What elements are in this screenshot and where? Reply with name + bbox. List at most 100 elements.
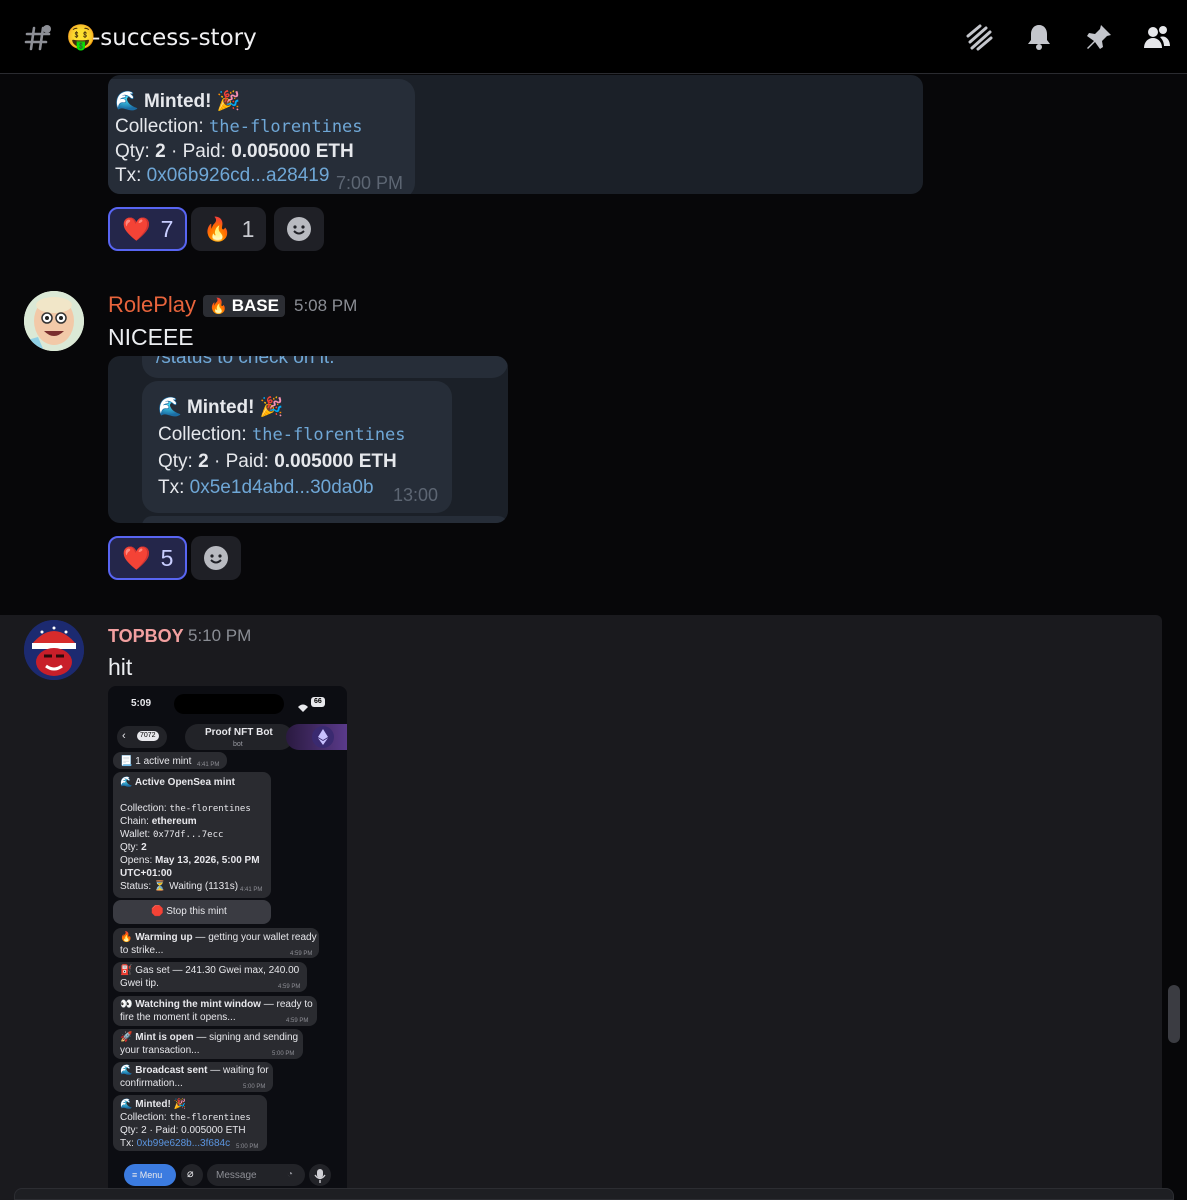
embed-qty: Qty: 2 · Paid: 0.005000 ETH (158, 451, 397, 472)
embed-title: 🌊 Minted! 🎉 (115, 91, 241, 112)
reaction-count: 5 (160, 544, 174, 571)
card-chain: Chain: ethereum (120, 816, 197, 827)
threads-icon[interactable] (964, 22, 994, 52)
embed-title: 🌊 Minted! 🎉 (158, 397, 284, 418)
battery-indicator: 66 (311, 697, 325, 707)
heart-icon: ❤️ (122, 215, 151, 242)
channel-header: 🤑 -success-story (0, 0, 1187, 74)
wifi-icon (298, 699, 308, 712)
card-title: 🌊 Active OpenSea mint (120, 777, 235, 788)
message-text: NICEEE (108, 324, 194, 350)
channel-hash-icon (24, 25, 51, 51)
tg-time: 4:59 PM (278, 984, 301, 990)
final-qty: Qty: 2 · Paid: 0.005000 ETH (120, 1125, 246, 1136)
message-timestamp: 5:08 PM (294, 296, 358, 315)
step-text: 🚀 Mint is open — signing and sending (120, 1032, 299, 1043)
attach-button[interactable]: ⌀ (181, 1164, 203, 1186)
back-button[interactable]: ‹ 7072 (117, 726, 167, 748)
tg-time: 4:41 PM (240, 887, 263, 893)
tg-time: 4:59 PM (286, 1018, 309, 1024)
image-embed[interactable]: /status to check on it. 🌊 Minted! 🎉 Coll… (108, 356, 508, 523)
phone-clock: 5:09 (131, 698, 152, 709)
embed-time: 13:00 (393, 485, 439, 505)
step-text-line2: fire the moment it opens... (120, 1012, 236, 1023)
tx-link: 0x06b926cd...a28419 (146, 165, 330, 186)
flame-blue-icon: 🔥 (209, 298, 228, 315)
sticker-icon[interactable]: ◔ (287, 1168, 293, 1181)
hourglass-icon: ⏳ (153, 881, 167, 892)
smiley-icon (287, 217, 311, 241)
final-tx: Tx: 0xb99e628b...3f684c (120, 1138, 231, 1149)
fire-icon: 🔥 (203, 215, 232, 242)
reaction-fire[interactable]: 🔥 1 (191, 207, 267, 251)
tg-time: 4:41 PM (197, 762, 220, 768)
message-input[interactable]: Message ◔ (207, 1164, 305, 1186)
step-text: 🌊 Broadcast sent — waiting for (120, 1065, 269, 1076)
wave-icon: 🌊 (120, 777, 133, 788)
stop-icon: 🛑 (151, 906, 164, 917)
card-status: Status: ⏳ Waiting (1131s) (120, 881, 239, 892)
pin-icon[interactable] (1084, 22, 1114, 52)
cartoon-face-avatar-icon (24, 291, 84, 351)
embed-tx: Tx: 0x5e1d4abd...30da0b (158, 477, 374, 498)
card-wallet: Wallet: 0x77df...7ecc (120, 829, 224, 840)
step-text-line2: your transaction... (120, 1045, 200, 1056)
collection-link: the-florentines (252, 425, 406, 445)
server-tag[interactable]: 🔥 BASE (203, 295, 285, 317)
message-text: hit (108, 654, 133, 680)
active-mint-text: 📃 1 active mint (120, 756, 192, 767)
username[interactable]: RolePlay (108, 292, 196, 318)
ethereum-icon (312, 726, 334, 748)
image-embed[interactable]: 🌊 Minted! 🎉 Collection: the-florentines … (108, 75, 923, 194)
scrollbar-track[interactable] (1165, 615, 1183, 1200)
embed-tx: Tx: 0x06b926cd...a28419 (115, 165, 330, 186)
reaction-heart[interactable]: ❤️ 5 (108, 536, 188, 580)
card-collection: Collection: the-florentines (120, 803, 251, 814)
cut-text: /status to check on it. (156, 356, 335, 368)
final-title: 🌊 Minted! 🎉 (120, 1099, 187, 1110)
menu-label: ≡ Menu (132, 1170, 163, 1180)
embed-collection: Collection: the-florentines (158, 424, 406, 445)
message-list: 🌊 Minted! 🎉 Collection: the-florentines … (0, 75, 1187, 1200)
embed-time: 7:00 PM (336, 173, 404, 193)
tg-time: 5:00 PM (236, 1144, 259, 1150)
avatar[interactable] (24, 291, 84, 351)
avatar[interactable] (24, 620, 84, 680)
telegram-bubble-bottom (142, 516, 508, 523)
reaction-count: 1 (241, 215, 255, 242)
bot-menu-button[interactable]: ≡ Menu (124, 1164, 176, 1186)
members-icon[interactable] (1142, 22, 1172, 52)
channel-name: -success-story (92, 25, 257, 51)
scrollbar-thumb[interactable] (1168, 985, 1180, 1043)
message-placeholder: Message (216, 1170, 257, 1181)
party-icon: 🎉 (259, 397, 284, 418)
dynamic-island (174, 694, 284, 714)
card-opens: Opens: May 13, 2026, 5:00 PM (120, 855, 260, 866)
tg-time: 4:59 PM (290, 951, 313, 957)
add-reaction-button[interactable] (191, 536, 241, 580)
embed-collection: Collection: the-florentines (115, 116, 363, 137)
tg-time: 5:00 PM (272, 1051, 295, 1057)
tg-time: 5:00 PM (243, 1084, 266, 1090)
party-icon: 🎉 (216, 91, 241, 112)
collection-link: the-florentines (209, 117, 363, 137)
red-devil-avatar-icon (24, 620, 84, 680)
bell-icon[interactable] (1024, 22, 1054, 52)
final-collection: Collection: the-florentines (120, 1112, 251, 1123)
chevron-left-icon: ‹ (122, 730, 126, 742)
wave-icon: 🌊 (120, 1099, 133, 1110)
reaction-count: 7 (160, 215, 174, 242)
unread-count: 7072 (137, 731, 159, 741)
image-attachment[interactable]: 5:09 66 ‹ 7072 Proof NFT Bot bot 📃 1 act… (108, 686, 347, 1200)
message-composer-edge[interactable] (14, 1188, 1174, 1200)
step-text: 👀 Watching the mint window — ready to (120, 999, 313, 1010)
step-text-line2: to strike... (120, 945, 164, 956)
card-timezone: UTC+01:00 (120, 868, 172, 879)
reaction-heart[interactable]: ❤️ 7 (108, 207, 188, 251)
bot-title-pill[interactable]: Proof NFT Bot bot (185, 724, 293, 750)
add-reaction-button[interactable] (274, 207, 324, 251)
wave-icon: 🌊 (115, 91, 139, 112)
username[interactable]: TOPBOY (108, 623, 184, 649)
voice-button[interactable] (309, 1164, 331, 1186)
smiley-icon (204, 546, 228, 570)
